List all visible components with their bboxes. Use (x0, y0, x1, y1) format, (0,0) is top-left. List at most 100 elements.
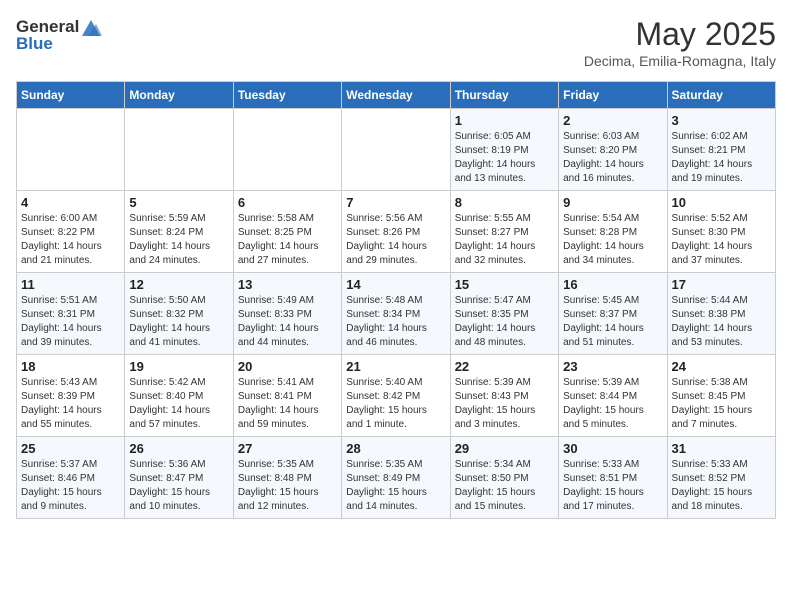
day-number: 27 (238, 441, 337, 456)
day-number: 23 (563, 359, 662, 374)
day-number: 4 (21, 195, 120, 210)
day-number: 21 (346, 359, 445, 374)
day-number: 8 (455, 195, 554, 210)
day-info-text: Sunrise: 5:33 AM Sunset: 8:51 PM Dayligh… (563, 458, 662, 514)
empty-day-cell (125, 109, 233, 191)
title-block: May 2025 Decima, Emilia-Romagna, Italy (584, 16, 776, 69)
calendar-day-cell: 8 Sunrise: 5:55 AM Sunset: 8:27 PM Daylig… (450, 191, 558, 273)
day-info-text: Sunrise: 5:58 AM Sunset: 8:25 PM Dayligh… (238, 212, 337, 268)
calendar-day-cell: 1 Sunrise: 6:05 AM Sunset: 8:19 PM Daylig… (450, 109, 558, 191)
day-info-text: Sunrise: 6:05 AM Sunset: 8:19 PM Dayligh… (455, 130, 554, 186)
day-info-text: Sunrise: 5:36 AM Sunset: 8:47 PM Dayligh… (129, 458, 228, 514)
day-info-text: Sunrise: 6:02 AM Sunset: 8:21 PM Dayligh… (672, 130, 771, 186)
day-header-thursday: Thursday (450, 82, 558, 109)
day-number: 29 (455, 441, 554, 456)
day-number: 6 (238, 195, 337, 210)
day-info-text: Sunrise: 5:47 AM Sunset: 8:35 PM Dayligh… (455, 294, 554, 350)
day-number: 25 (21, 441, 120, 456)
calendar-day-cell: 25Sunrise: 5:37 AM Sunset: 8:46 PM Dayli… (17, 437, 125, 519)
calendar-day-cell: 21 Sunrise: 5:40 AM Sunset: 8:42 PM Dayli… (342, 355, 450, 437)
calendar-day-cell: 11 Sunrise: 5:51 AM Sunset: 8:31 PM Dayli… (17, 273, 125, 355)
day-info-text: Sunrise: 6:03 AM Sunset: 8:20 PM Dayligh… (563, 130, 662, 186)
day-number: 18 (21, 359, 120, 374)
day-number: 26 (129, 441, 228, 456)
day-header-friday: Friday (559, 82, 667, 109)
day-number: 28 (346, 441, 445, 456)
calendar-week-row: 4 Sunrise: 6:00 AM Sunset: 8:22 PM Daylig… (17, 191, 776, 273)
month-year-title: May 2025 (584, 16, 776, 53)
day-info-text: Sunrise: 5:49 AM Sunset: 8:33 PM Dayligh… (238, 294, 337, 350)
calendar-day-cell: 24 Sunrise: 5:38 AM Sunset: 8:45 PM Dayli… (667, 355, 775, 437)
day-info-text: Sunrise: 5:33 AM Sunset: 8:52 PM Dayligh… (672, 458, 771, 514)
day-number: 31 (672, 441, 771, 456)
calendar-day-cell: 30 Sunrise: 5:33 AM Sunset: 8:51 PM Dayli… (559, 437, 667, 519)
day-number: 12 (129, 277, 228, 292)
calendar-day-cell: 17Sunrise: 5:44 AM Sunset: 8:38 PM Dayli… (667, 273, 775, 355)
day-number: 11 (21, 277, 120, 292)
logo-icon (80, 16, 102, 38)
calendar-day-cell: 15 Sunrise: 5:47 AM Sunset: 8:35 PM Dayli… (450, 273, 558, 355)
day-number: 15 (455, 277, 554, 292)
day-number: 1 (455, 113, 554, 128)
calendar-day-cell: 3 Sunrise: 6:02 AM Sunset: 8:21 PM Daylig… (667, 109, 775, 191)
calendar-day-cell: 9Sunrise: 5:54 AM Sunset: 8:28 PM Daylig… (559, 191, 667, 273)
day-number: 7 (346, 195, 445, 210)
day-number: 16 (563, 277, 662, 292)
day-info-text: Sunrise: 5:35 AM Sunset: 8:48 PM Dayligh… (238, 458, 337, 514)
calendar-day-cell: 10Sunrise: 5:52 AM Sunset: 8:30 PM Dayli… (667, 191, 775, 273)
day-header-sunday: Sunday (17, 82, 125, 109)
calendar-week-row: 18 Sunrise: 5:43 AM Sunset: 8:39 PM Dayli… (17, 355, 776, 437)
day-number: 14 (346, 277, 445, 292)
calendar-day-cell: 12 Sunrise: 5:50 AM Sunset: 8:32 PM Dayli… (125, 273, 233, 355)
day-number: 20 (238, 359, 337, 374)
day-info-text: Sunrise: 6:00 AM Sunset: 8:22 PM Dayligh… (21, 212, 120, 268)
day-header-wednesday: Wednesday (342, 82, 450, 109)
day-info-text: Sunrise: 5:41 AM Sunset: 8:41 PM Dayligh… (238, 376, 337, 432)
day-info-text: Sunrise: 5:48 AM Sunset: 8:34 PM Dayligh… (346, 294, 445, 350)
calendar-table: SundayMondayTuesdayWednesdayThursdayFrid… (16, 81, 776, 519)
day-info-text: Sunrise: 5:55 AM Sunset: 8:27 PM Dayligh… (455, 212, 554, 268)
day-info-text: Sunrise: 5:56 AM Sunset: 8:26 PM Dayligh… (346, 212, 445, 268)
empty-day-cell (233, 109, 341, 191)
day-info-text: Sunrise: 5:38 AM Sunset: 8:45 PM Dayligh… (672, 376, 771, 432)
day-number: 9 (563, 195, 662, 210)
calendar-week-row: 11 Sunrise: 5:51 AM Sunset: 8:31 PM Dayli… (17, 273, 776, 355)
day-number: 19 (129, 359, 228, 374)
page-header: General Blue May 2025 Decima, Emilia-Rom… (16, 16, 776, 69)
calendar-day-cell: 7 Sunrise: 5:56 AM Sunset: 8:26 PM Daylig… (342, 191, 450, 273)
empty-day-cell (342, 109, 450, 191)
day-info-text: Sunrise: 5:45 AM Sunset: 8:37 PM Dayligh… (563, 294, 662, 350)
calendar-day-cell: 18 Sunrise: 5:43 AM Sunset: 8:39 PM Dayli… (17, 355, 125, 437)
calendar-day-cell: 20 Sunrise: 5:41 AM Sunset: 8:41 PM Dayli… (233, 355, 341, 437)
calendar-day-cell: 22Sunrise: 5:39 AM Sunset: 8:43 PM Dayli… (450, 355, 558, 437)
day-info-text: Sunrise: 5:59 AM Sunset: 8:24 PM Dayligh… (129, 212, 228, 268)
calendar-day-cell: 5 Sunrise: 5:59 AM Sunset: 8:24 PM Daylig… (125, 191, 233, 273)
day-number: 17 (672, 277, 771, 292)
day-header-tuesday: Tuesday (233, 82, 341, 109)
day-info-text: Sunrise: 5:52 AM Sunset: 8:30 PM Dayligh… (672, 212, 771, 268)
day-info-text: Sunrise: 5:50 AM Sunset: 8:32 PM Dayligh… (129, 294, 228, 350)
day-number: 2 (563, 113, 662, 128)
day-header-saturday: Saturday (667, 82, 775, 109)
day-info-text: Sunrise: 5:51 AM Sunset: 8:31 PM Dayligh… (21, 294, 120, 350)
calendar-day-cell: 28 Sunrise: 5:35 AM Sunset: 8:49 PM Dayli… (342, 437, 450, 519)
calendar-day-cell: 16 Sunrise: 5:45 AM Sunset: 8:37 PM Dayli… (559, 273, 667, 355)
calendar-header-row: SundayMondayTuesdayWednesdayThursdayFrid… (17, 82, 776, 109)
day-info-text: Sunrise: 5:43 AM Sunset: 8:39 PM Dayligh… (21, 376, 120, 432)
calendar-day-cell: 27 Sunrise: 5:35 AM Sunset: 8:48 PM Dayli… (233, 437, 341, 519)
day-info-text: Sunrise: 5:39 AM Sunset: 8:44 PM Dayligh… (563, 376, 662, 432)
day-number: 3 (672, 113, 771, 128)
calendar-day-cell: 19 Sunrise: 5:42 AM Sunset: 8:40 PM Dayli… (125, 355, 233, 437)
calendar-day-cell: 31 Sunrise: 5:33 AM Sunset: 8:52 PM Dayli… (667, 437, 775, 519)
day-number: 24 (672, 359, 771, 374)
calendar-day-cell: 26 Sunrise: 5:36 AM Sunset: 8:47 PM Dayli… (125, 437, 233, 519)
day-info-text: Sunrise: 5:42 AM Sunset: 8:40 PM Dayligh… (129, 376, 228, 432)
day-number: 30 (563, 441, 662, 456)
day-info-text: Sunrise: 5:35 AM Sunset: 8:49 PM Dayligh… (346, 458, 445, 514)
day-header-monday: Monday (125, 82, 233, 109)
logo: General Blue (16, 16, 104, 54)
calendar-day-cell: 23 Sunrise: 5:39 AM Sunset: 8:44 PM Dayli… (559, 355, 667, 437)
day-number: 5 (129, 195, 228, 210)
day-info-text: Sunrise: 5:40 AM Sunset: 8:42 PM Dayligh… (346, 376, 445, 432)
day-info-text: Sunrise: 5:39 AM Sunset: 8:43 PM Dayligh… (455, 376, 554, 432)
